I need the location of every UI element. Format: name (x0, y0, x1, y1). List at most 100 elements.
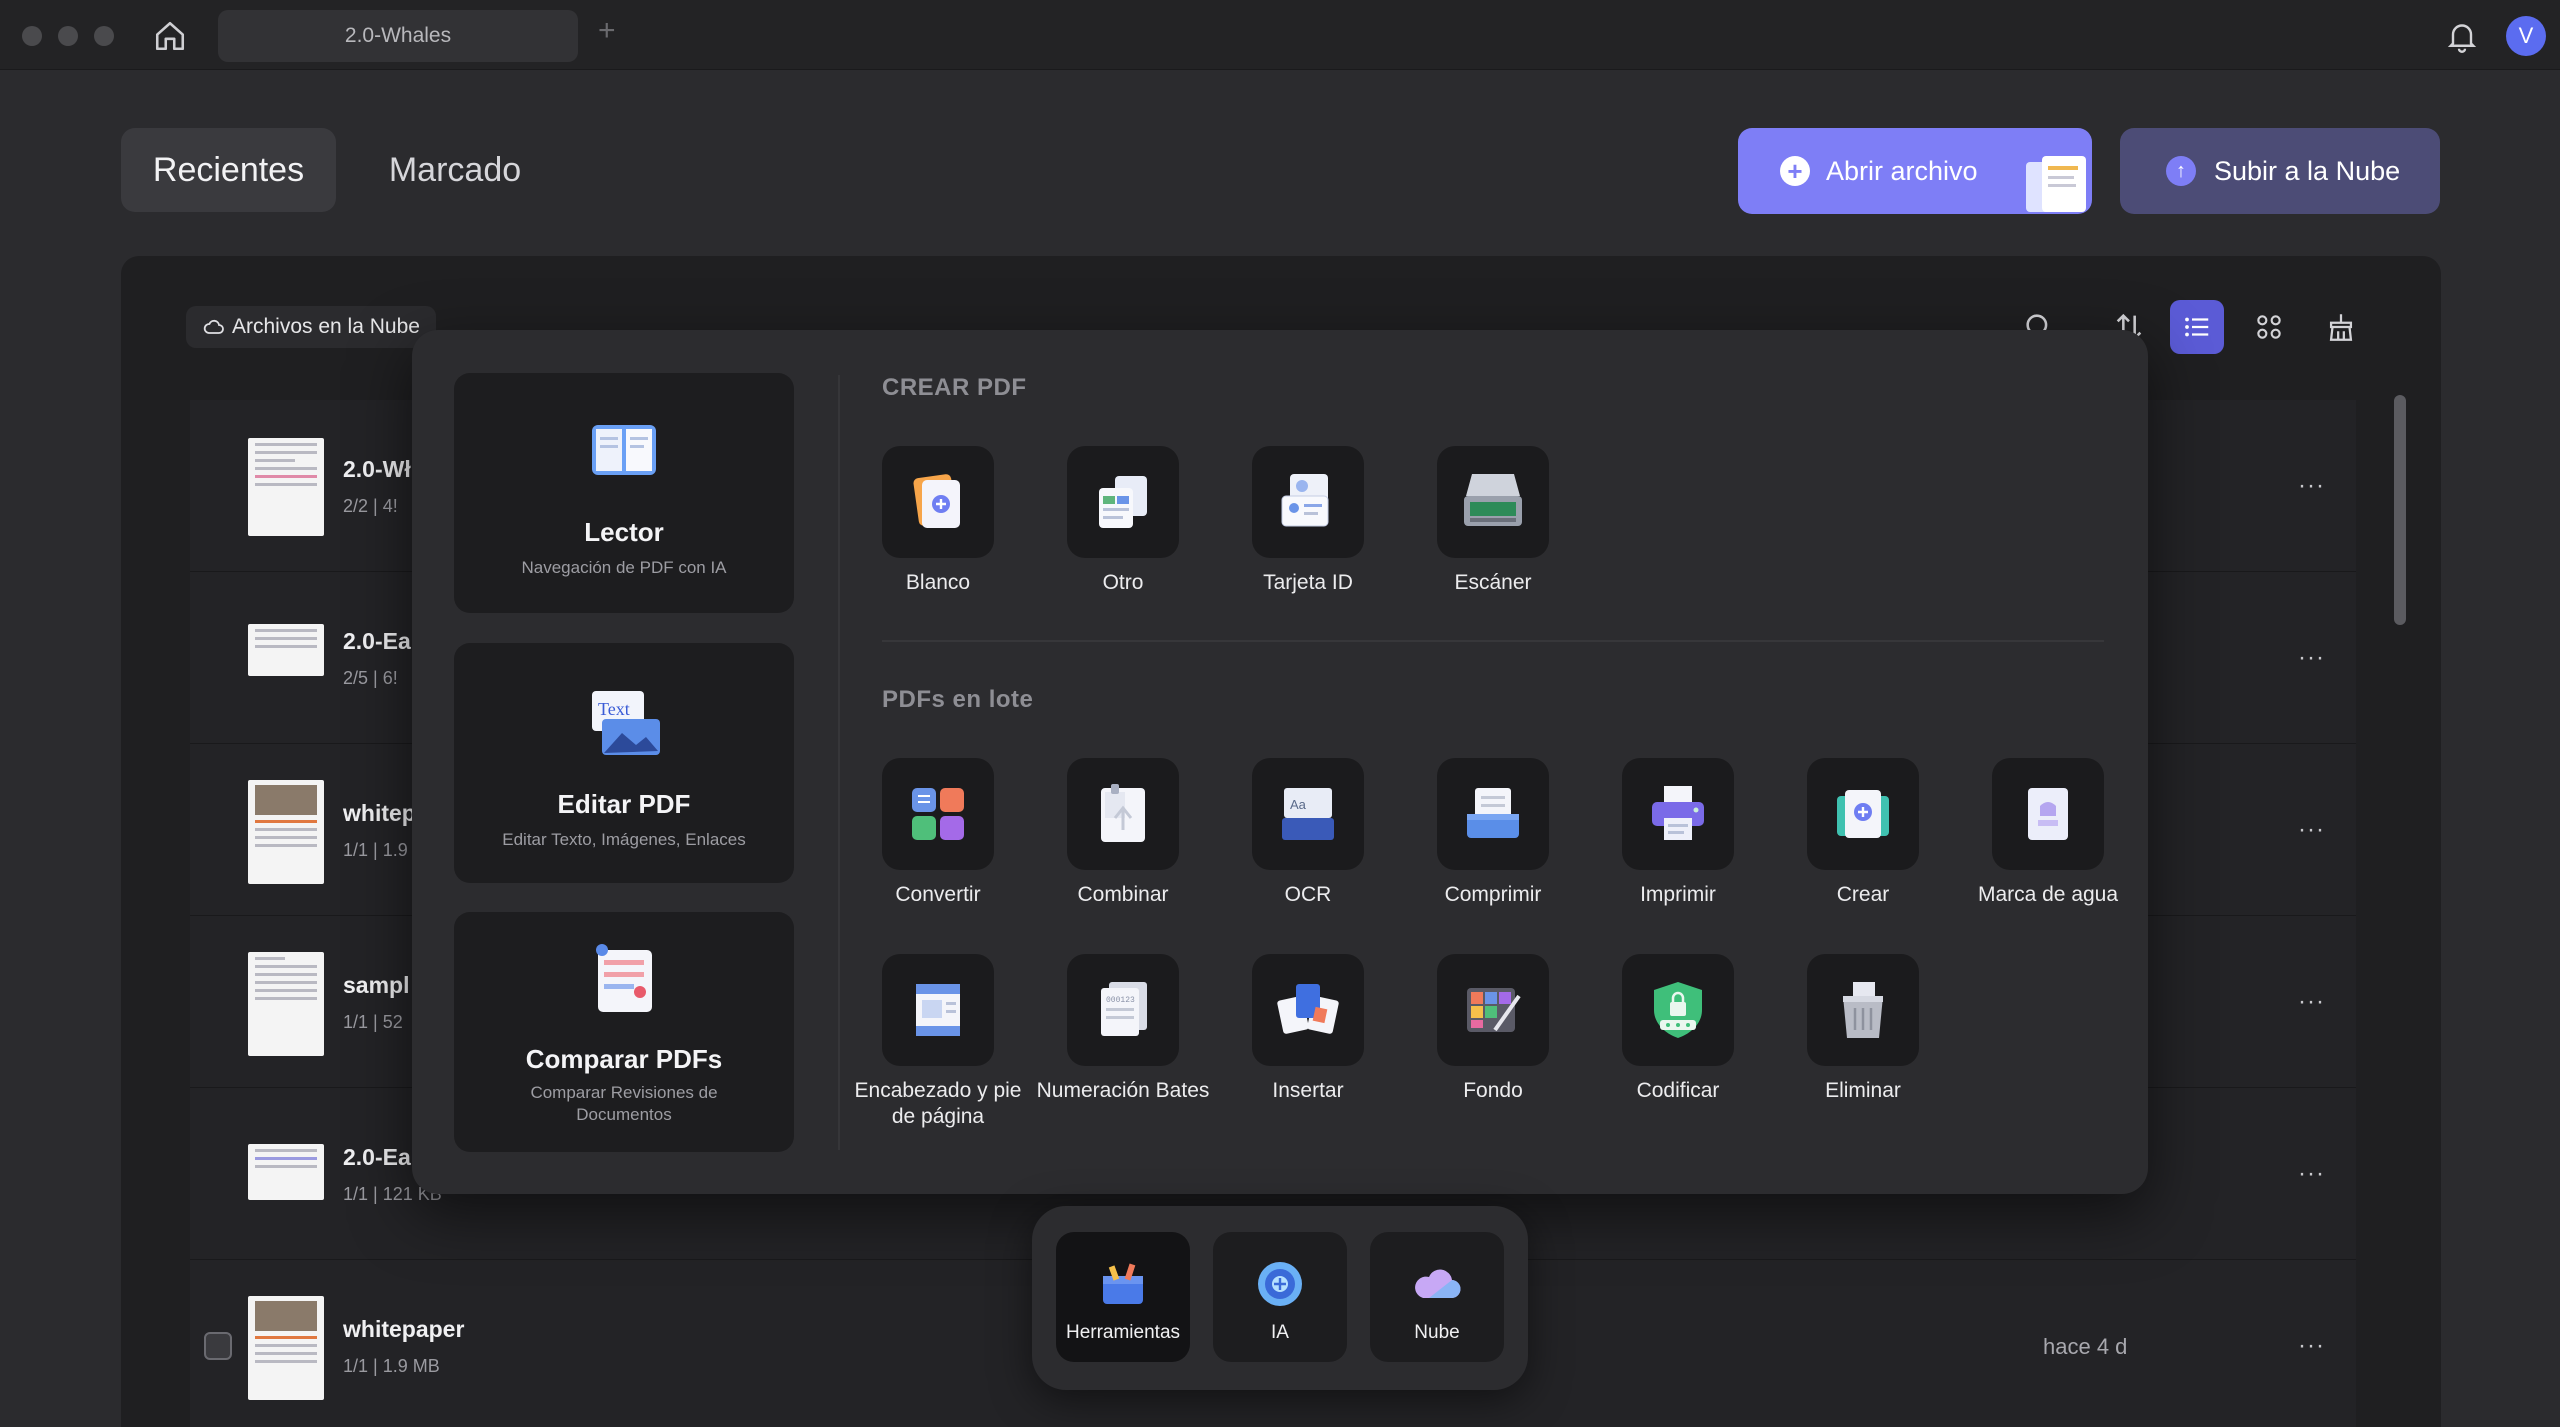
upload-cloud-label: Subir a la Nube (2214, 155, 2401, 186)
broom-icon (2329, 314, 2353, 341)
cloud-files-chip[interactable]: Archivos en la Nube (186, 306, 436, 348)
header-footer-icon (916, 984, 960, 1036)
file-meta: 2/2 | 4! (343, 496, 398, 516)
user-avatar[interactable]: V (2506, 16, 2546, 56)
window-minimize-button[interactable] (58, 26, 78, 46)
reader-subtitle: Navegación de PDF con IA (521, 558, 727, 577)
printer-icon (1652, 786, 1704, 840)
upload-arrow-icon: ↑ (2166, 156, 2196, 186)
document-tab[interactable]: 2.0-Whales (218, 10, 578, 62)
create-pdf-heading: CREAR PDF (882, 374, 1027, 401)
other-files-icon (1099, 476, 1147, 528)
dock-label: IA (1271, 1322, 1289, 1343)
edit-pdf-card[interactable]: Text Editar PDF Editar Texto, Imágenes, … (454, 643, 794, 883)
tool-print[interactable]: Imprimir (1583, 758, 1773, 908)
file-thumbnail (248, 624, 324, 676)
file-thumbnail (248, 1296, 324, 1400)
tool-ocr[interactable]: Aa OCR (1213, 758, 1403, 908)
row-checkbox[interactable] (204, 1332, 232, 1360)
tool-id-card[interactable]: Tarjeta ID (1213, 446, 1403, 596)
tool-insert[interactable]: Insertar (1213, 954, 1403, 1104)
tool-delete[interactable]: Eliminar (1768, 954, 1958, 1104)
id-card-icon (1281, 474, 1329, 527)
convert-icon (912, 788, 964, 840)
more-options-button[interactable]: ··· (2298, 644, 2325, 672)
list-view-button[interactable] (2170, 300, 2224, 354)
cloud-icon (203, 319, 224, 334)
tool-combine[interactable]: Combinar (1028, 758, 1218, 908)
documents-illustration-icon (2026, 156, 2086, 212)
dock-label: Nube (1414, 1322, 1460, 1343)
file-name: 2.0-Wł (343, 456, 411, 482)
bell-icon (2447, 24, 2477, 53)
file-name: sampl (343, 972, 410, 998)
background-icon (1467, 988, 1521, 1032)
upload-cloud-button[interactable]: ↑ Subir a la Nube (2120, 128, 2440, 214)
home-button[interactable] (150, 16, 190, 56)
tool-create[interactable]: Crear (1768, 758, 1958, 908)
combine-icon (1101, 784, 1145, 842)
grid-view-icon (2257, 315, 2281, 339)
tool-label: Insertar (1272, 1079, 1344, 1102)
file-meta: 2/5 | 6! (343, 668, 398, 688)
reader-title: Lector (584, 517, 664, 547)
notifications-button[interactable] (2444, 18, 2480, 54)
trash-icon (1843, 982, 1883, 1038)
file-meta: 1/1 | 1.9 (343, 840, 408, 860)
tool-compress[interactable]: Comprimir (1398, 758, 1588, 908)
more-options-button[interactable]: ··· (2298, 988, 2325, 1016)
tool-background[interactable]: Fondo (1398, 954, 1588, 1104)
open-file-button[interactable]: + Abrir archivo (1738, 128, 2092, 214)
compare-subtitle: Comparar Revisiones de Documentos (530, 1083, 718, 1124)
edit-text-icon-label: Text (598, 699, 630, 719)
tool-label: Otro (1102, 571, 1144, 594)
tool-encrypt[interactable]: Codificar (1583, 954, 1773, 1104)
more-options-button[interactable]: ··· (2298, 1332, 2325, 1360)
tool-label: Crear (1836, 883, 1890, 906)
reader-card[interactable]: Lector Navegación de PDF con IA (454, 373, 794, 613)
compare-pdfs-card[interactable]: Comparar PDFs Comparar Revisiones de Doc… (454, 912, 794, 1152)
create-icon (1837, 790, 1889, 838)
title-bar: 2.0-Whales + V (0, 0, 2560, 70)
dock-cloud-button[interactable]: Nube (1370, 1232, 1504, 1362)
tool-other[interactable]: Otro (1028, 446, 1218, 596)
window-close-button[interactable] (22, 26, 42, 46)
window-zoom-button[interactable] (94, 26, 114, 46)
tool-label: Codificar (1636, 1079, 1720, 1102)
file-name: 2.0-Ea (343, 1144, 411, 1170)
more-options-button[interactable]: ··· (2298, 472, 2325, 500)
tool-label: Imprimir (1640, 883, 1716, 906)
ocr-icon: Aa (1282, 788, 1334, 840)
more-options-button[interactable]: ··· (2298, 1160, 2325, 1188)
scrollbar[interactable] (2394, 395, 2406, 625)
divider (882, 640, 2104, 642)
edit-pdf-subtitle: Editar Texto, Imágenes, Enlaces (502, 830, 746, 849)
dock-ai-button[interactable]: IA (1213, 1232, 1347, 1362)
cloud-files-label: Archivos en la Nube (232, 315, 420, 338)
batch-pdf-heading: PDFs en lote (882, 686, 1034, 713)
tool-bates[interactable]: 000123 Numeración Bates (1028, 954, 1218, 1104)
clean-up-button[interactable] (2314, 300, 2368, 354)
tool-scanner[interactable]: Escáner (1398, 446, 1588, 596)
tab-marked[interactable]: Marcado (370, 128, 540, 212)
tool-watermark[interactable]: Marca de agua (1953, 758, 2143, 908)
home-icon (155, 21, 185, 51)
new-tab-button[interactable]: + (598, 14, 616, 48)
ai-orb-icon (1258, 1262, 1302, 1306)
more-options-button[interactable]: ··· (2298, 816, 2325, 844)
watermark-icon (2028, 788, 2068, 840)
compare-icon (596, 944, 652, 1012)
grid-view-button[interactable] (2242, 300, 2296, 354)
dock-tools-button[interactable]: Herramientas (1056, 1232, 1190, 1362)
tool-header-footer[interactable]: Encabezado y pie de página (843, 954, 1033, 1130)
tool-label: Blanco (905, 571, 971, 594)
tool-blank[interactable]: Blanco (843, 446, 1033, 596)
file-thumbnail (248, 438, 324, 536)
divider (838, 375, 840, 1150)
book-icon (592, 425, 656, 475)
tool-convert[interactable]: Convertir (843, 758, 1033, 908)
tool-label: Fondo (1463, 1079, 1523, 1102)
tab-recent[interactable]: Recientes (121, 128, 336, 212)
file-name: 2.0-Ea (343, 628, 411, 654)
file-name: whitep (343, 800, 416, 826)
